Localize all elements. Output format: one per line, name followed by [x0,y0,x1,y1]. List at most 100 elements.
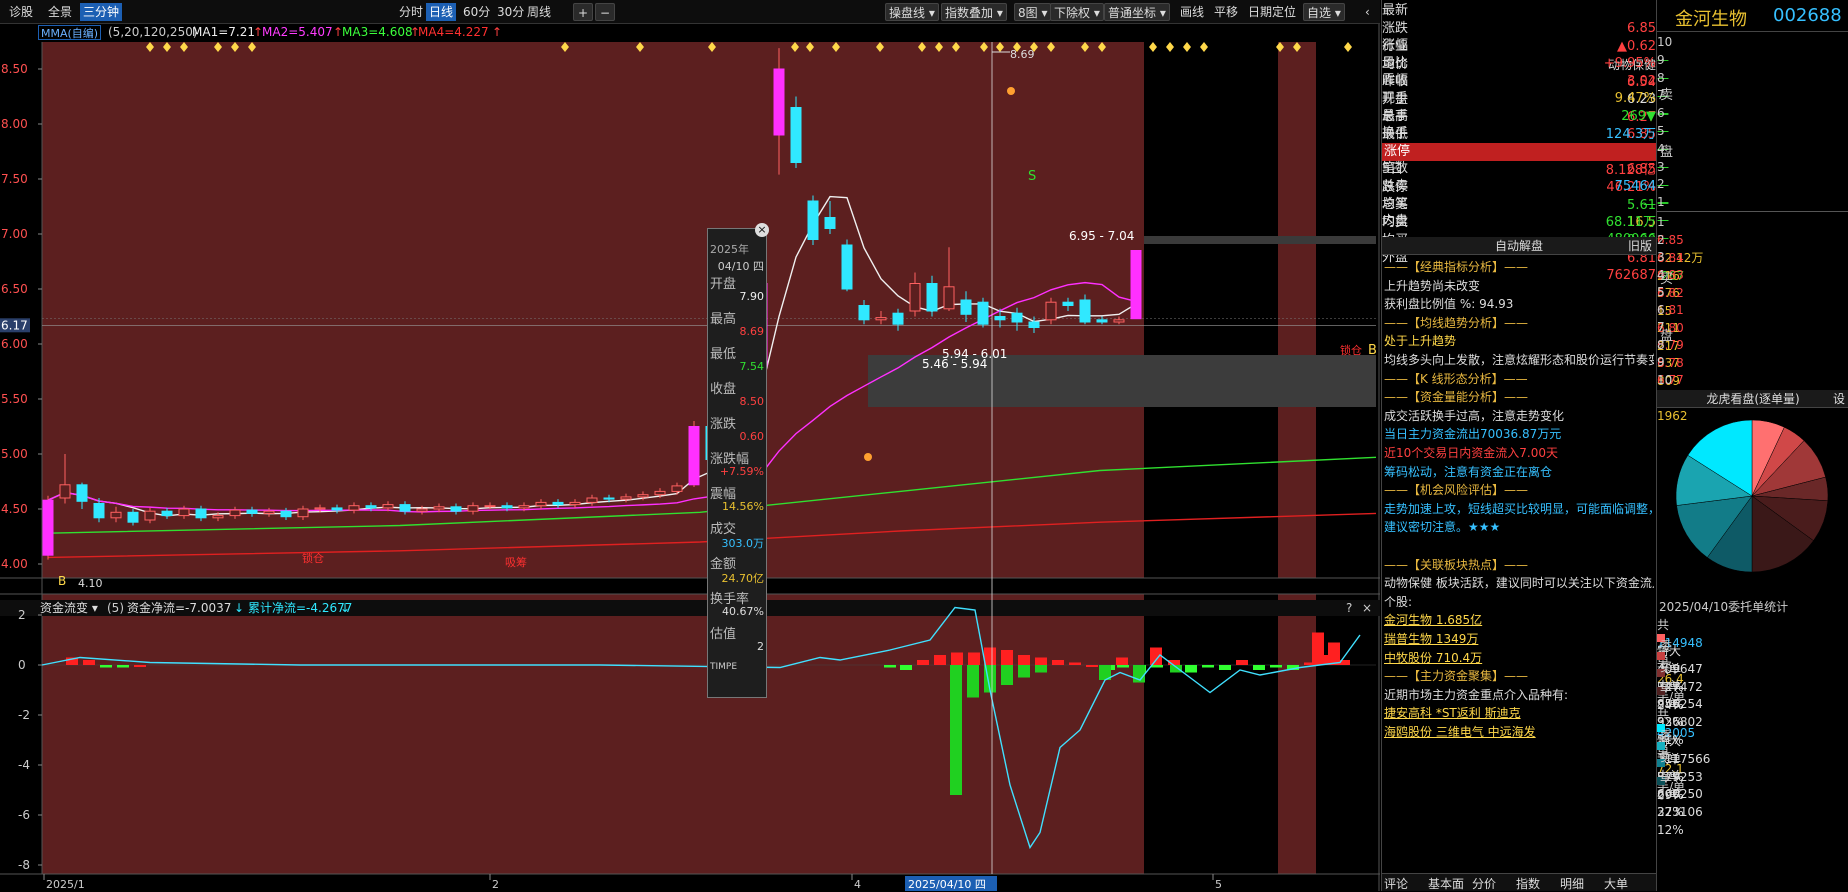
candle-body[interactable] [875,317,887,321]
candle-body[interactable] [348,505,360,511]
candle-body[interactable] [501,505,513,509]
candle-body[interactable] [59,484,71,499]
sell-row-7[interactable]: 3— — [1657,158,1848,210]
candle-body[interactable] [535,501,547,507]
toolbar-right-2[interactable]: 日期定位 [1245,3,1299,21]
candle-body[interactable] [1130,250,1142,320]
dragon-settings-button[interactable]: 设 [1833,390,1845,408]
candle-body[interactable] [229,509,241,517]
buy-row-7[interactable]: 8 6.78 809 [1657,336,1848,388]
bottom-tab-3[interactable]: 指数 [1516,875,1540,892]
candle-body[interactable] [586,497,598,503]
toolbar-diagnose-button[interactable]: 诊股 [6,3,36,21]
toolbar-overview-button[interactable]: 全景 [45,3,75,21]
toolbar-dropdown-0[interactable]: 操盘线 ▾ [885,3,939,21]
candle-body[interactable] [620,496,632,500]
period-tab-3[interactable]: 30分 [494,3,527,21]
bottom-tab-5[interactable]: 大单 [1604,875,1628,892]
analysis-line-20[interactable]: 瑞普生物 1349万 [1384,630,1654,647]
period-tab-4[interactable]: 周线 [524,3,554,21]
toolbar-dropdown-1[interactable]: 指数叠加 ▾ [941,3,1007,21]
bottom-tab-1[interactable]: 基本面 [1428,875,1464,892]
candle-body[interactable] [807,200,819,240]
candle-body[interactable] [76,484,88,502]
candle-body[interactable] [314,507,326,510]
period-tab-1[interactable]: 日线 [426,3,457,21]
old-version-button[interactable]: 旧版 [1628,237,1652,255]
candle-body[interactable] [127,511,139,523]
candle-body[interactable] [1062,301,1074,307]
toolbar-dropdown-4[interactable]: 普通坐标 ▾ [1104,3,1170,21]
candle-body[interactable] [858,305,870,321]
toolbar-right-1[interactable]: 平移 [1211,3,1241,21]
candle-body[interactable] [382,504,394,509]
scroll-up-icon[interactable]: ‹ [1362,3,1373,21]
toolbar-three-min-button[interactable]: 三分钟 [80,3,123,21]
kline-chart-area[interactable]: 资金流变 ▾ (5) 资金净流=-7.0037 ↓ 累计净流=-4.2677↓? × 8.… [0,0,1380,891]
bottom-tab-2[interactable]: 分价 [1472,875,1496,892]
candle-body[interactable] [603,497,615,500]
buy-row-6[interactable]: 7 6.79 537 [1657,318,1848,370]
bottom-tab-4[interactable]: 明细 [1560,875,1584,892]
candle-body[interactable] [960,299,972,315]
buy-row-9[interactable]: 106.761962 [1657,371,1848,423]
candle-body[interactable] [144,510,156,521]
analysis-line-25[interactable]: 海鸥股份 三维电气 中远海发 [1384,723,1654,740]
candle-body[interactable] [110,511,122,519]
candle-body[interactable] [977,301,989,325]
sell-row-6[interactable]: 4— — [1657,140,1848,192]
candle-body[interactable] [892,312,904,325]
candle-body[interactable] [637,494,649,498]
candle-body[interactable] [212,515,224,519]
sell-row-8[interactable]: 2— — [1657,175,1848,227]
candle-body[interactable] [433,506,445,510]
candle-body[interactable] [161,510,173,517]
candle-body[interactable] [824,217,836,229]
sell-row-0[interactable]: 10— — [1657,33,1848,85]
candle-body[interactable] [416,508,428,512]
candle-body[interactable] [790,107,802,163]
sell-row-4[interactable]: 6— — [1657,104,1848,156]
sell-row-3[interactable]: 7— — [1657,86,1848,138]
candle-body[interactable] [1096,319,1108,323]
candle-body[interactable] [365,505,377,509]
buy-row-8[interactable]: 96.771146 [1657,353,1848,405]
candle-body[interactable] [909,283,921,312]
candle-body[interactable] [195,508,207,519]
toolbar-right-3[interactable]: 自选 ▾ [1303,3,1345,21]
toolbar-right-0[interactable]: 画线 [1177,3,1207,21]
candle-body[interactable] [671,485,683,492]
candle-body[interactable] [1113,319,1125,323]
buy-row-1[interactable]: 2 6.84 216 [1657,231,1848,283]
candle-body[interactable] [943,286,955,310]
candle-body[interactable] [926,283,938,312]
toolbar-dropdown-2[interactable]: 8图 ▾ [1014,3,1052,21]
candle-body[interactable] [1028,321,1040,328]
candle-body[interactable] [994,316,1006,321]
candle-body[interactable] [841,244,853,290]
candle-body[interactable] [569,501,581,506]
candle-body[interactable] [263,510,275,514]
candle-body[interactable] [93,503,105,519]
zoom-out-button[interactable]: − [595,3,615,21]
candle-body[interactable] [654,490,666,496]
sell-row-2[interactable]: 8— — [1657,69,1848,121]
sell-row-9[interactable]: 1— — [1657,193,1848,245]
candle-body[interactable] [1011,312,1023,323]
period-tab-0[interactable]: 分时 [396,3,426,21]
ma-name-badge[interactable]: MMA(自编) [38,25,102,40]
sell-row-5[interactable]: 5— — [1657,122,1848,174]
buy-row-4[interactable]: 5 6.81 211 [1657,283,1848,335]
period-tab-2[interactable]: 60分 [460,3,493,21]
candle-body[interactable] [178,508,190,517]
candle-body[interactable] [399,504,411,512]
toolbar-dropdown-3[interactable]: 下除权 ▾ [1050,3,1104,21]
analysis-line-24[interactable]: 捷安高科 *ST返利 斯迪克 [1384,704,1654,721]
candle-body[interactable] [450,506,462,512]
candle-body[interactable] [1045,301,1057,321]
bottom-tab-0[interactable]: 评论 [1384,875,1408,892]
candle-body[interactable] [484,505,496,508]
sell-row-1[interactable]: 9— — [1657,51,1848,103]
candle-body[interactable] [246,509,258,514]
buy-row-0[interactable]: 1 6.85 62.12万 -267 [1657,213,1848,283]
